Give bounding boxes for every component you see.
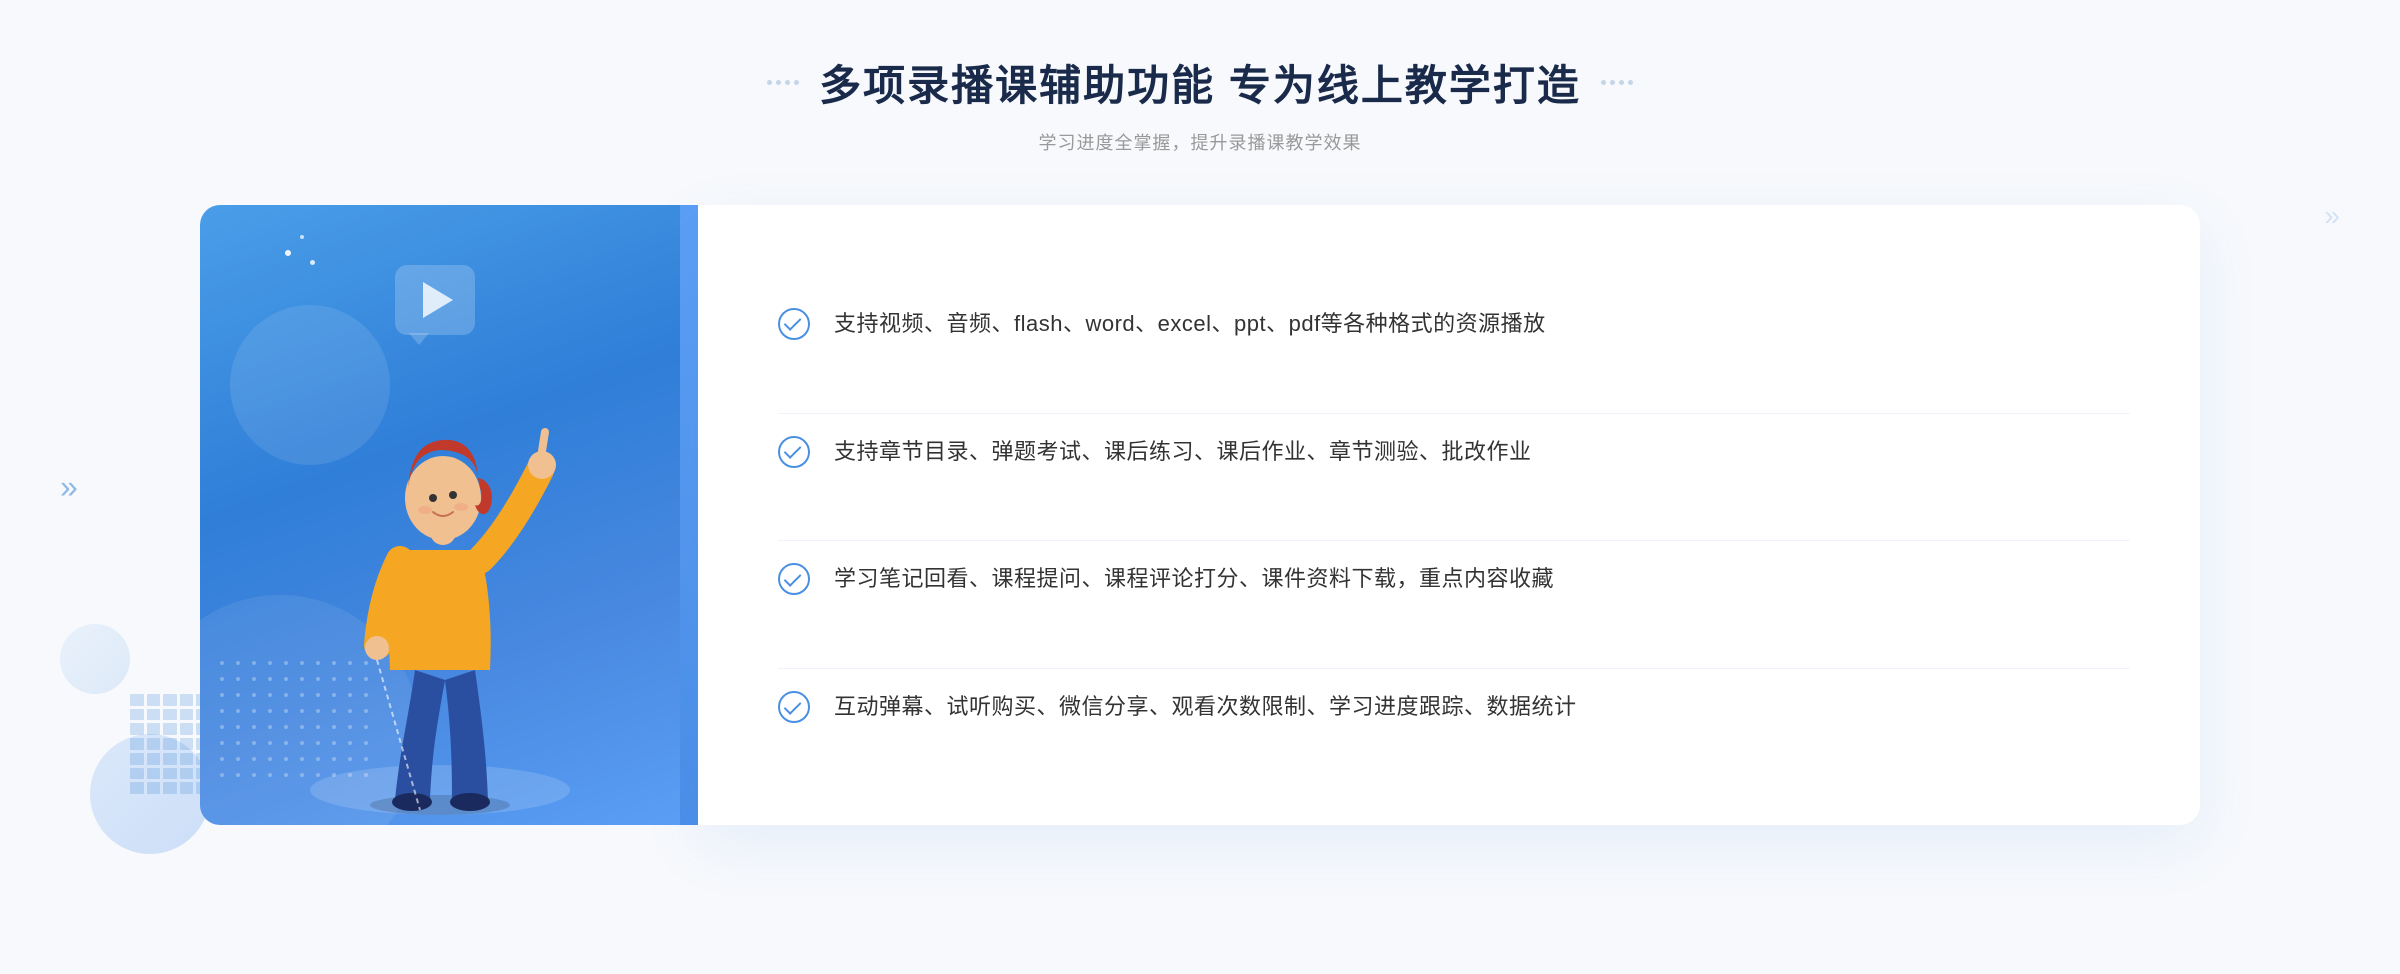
features-card: 支持视频、音频、flash、word、excel、ppt、pdf等各种格式的资源… (698, 205, 2200, 825)
feature-text-4: 互动弹幕、试听购买、微信分享、观看次数限制、学习进度跟踪、数据统计 (834, 689, 1577, 724)
sparkle-1 (285, 250, 291, 256)
connector-strip (680, 205, 698, 825)
header-deco-left (767, 80, 799, 85)
play-bubble (395, 265, 485, 345)
check-icon-3 (778, 563, 810, 595)
check-mark-4 (784, 697, 802, 715)
check-mark-2 (784, 441, 802, 459)
sparkle-3 (310, 260, 315, 265)
feature-text-2: 支持章节目录、弹题考试、课后练习、课后作业、章节测验、批改作业 (834, 434, 1532, 469)
person-illustration (290, 350, 590, 825)
feature-item-4: 互动弹幕、试听购买、微信分享、观看次数限制、学习进度跟踪、数据统计 (778, 668, 2130, 744)
check-mark-3 (784, 569, 802, 587)
check-icon-1 (778, 308, 810, 340)
page-subtitle: 学习进度全掌握，提升录播课教学效果 (0, 129, 2400, 155)
header-deco-right (1601, 80, 1633, 85)
feature-text-3: 学习笔记回看、课程提问、课程评论打分、课件资料下载，重点内容收藏 (834, 561, 1554, 596)
check-icon-4 (778, 691, 810, 723)
check-icon-2 (778, 436, 810, 468)
page-title: 多项录播课辅助功能 专为线上教学打造 (819, 52, 1581, 113)
feature-item-1: 支持视频、音频、flash、word、excel、ppt、pdf等各种格式的资源… (778, 286, 2130, 361)
page-header: 多项录播课辅助功能 专为线上教学打造 学习进度全掌握，提升录播课教学效果 (0, 0, 2400, 155)
main-content: 支持视频、音频、flash、word、excel、ppt、pdf等各种格式的资源… (0, 205, 2400, 825)
illustration-card (200, 205, 680, 825)
sparkle-2 (300, 235, 304, 239)
play-icon (423, 282, 453, 318)
feature-text-1: 支持视频、音频、flash、word、excel、ppt、pdf等各种格式的资源… (834, 306, 1546, 341)
check-mark-1 (784, 314, 802, 332)
feature-item-3: 学习笔记回看、课程提问、课程评论打分、课件资料下载，重点内容收藏 (778, 540, 2130, 616)
feature-item-2: 支持章节目录、弹题考试、课后练习、课后作业、章节测验、批改作业 (778, 413, 2130, 489)
